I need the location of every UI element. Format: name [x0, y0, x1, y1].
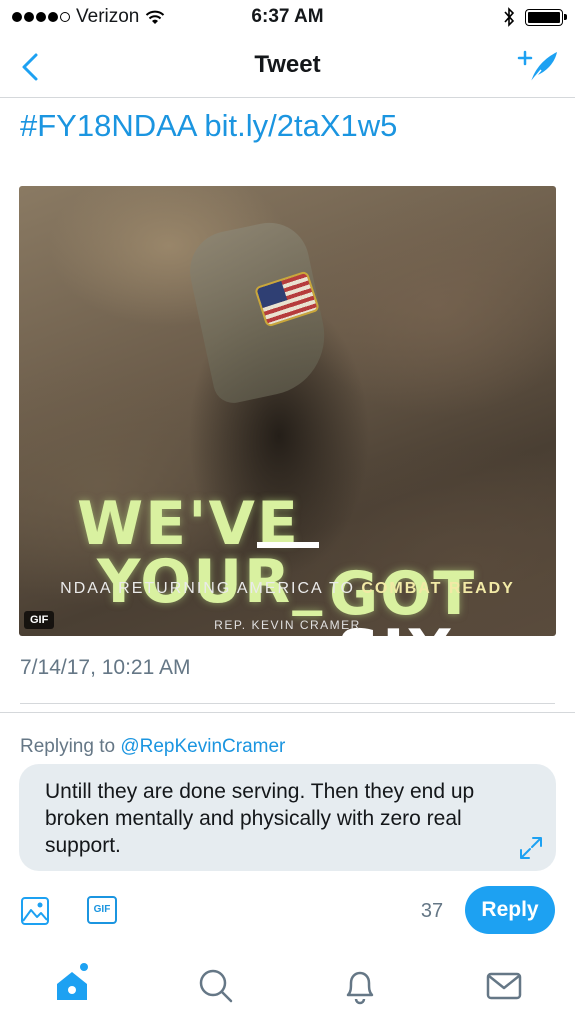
new-content-dot [80, 963, 88, 971]
compose-tweet-icon[interactable] [517, 48, 559, 86]
status-time: 6:37 AM [251, 6, 324, 27]
replying-to: Replying to @RepKevinCramer [20, 736, 286, 757]
battery-icon [525, 8, 567, 26]
tweet-link[interactable]: #FY18NDAA bit.ly/2taX1w5 [20, 108, 397, 144]
tweet-timestamp: 7/14/17, 10:21 AM [20, 656, 191, 679]
tab-messages[interactable] [484, 966, 524, 1006]
tab-home[interactable] [52, 963, 92, 1006]
media-underscore [257, 542, 319, 548]
tweet-media-gif[interactable]: WE'VE GOT YOUR_ SIX NDAA RETURNING AMERI… [19, 186, 556, 636]
tab-notifications[interactable] [340, 966, 380, 1006]
media-subline: NDAA RETURNING AMERICA TO COMBAT READY [60, 580, 515, 597]
bluetooth-icon [504, 7, 515, 27]
expand-icon[interactable] [518, 835, 544, 861]
character-count: 37 [420, 900, 444, 922]
gif-badge: GIF [24, 611, 55, 629]
navigation-bar: Tweet [0, 34, 575, 98]
home-icon [57, 972, 87, 1000]
reply-draft-text[interactable]: Untill they are done serving. Then they … [45, 778, 515, 859]
messages-icon [486, 972, 522, 1000]
status-bar: Verizon 6:37 AM [0, 0, 575, 34]
media-headline-line2: YOUR_ SIX [97, 547, 453, 636]
search-icon [199, 969, 233, 1003]
tab-bar [0, 950, 575, 1024]
page-title: Tweet [254, 51, 321, 78]
image-icon[interactable] [20, 896, 50, 926]
reply-button[interactable]: Reply [465, 886, 555, 934]
reply-text-field[interactable]: Untill they are done serving. Then they … [19, 764, 556, 871]
notifications-icon [346, 971, 374, 1005]
tab-search[interactable] [196, 966, 236, 1006]
reply-handle-link[interactable]: @RepKevinCramer [120, 736, 285, 757]
status-right [503, 7, 567, 27]
gif-button[interactable]: GIF [87, 896, 117, 924]
divider [20, 703, 555, 704]
reply-toolbar: GIF 37 Reply [0, 884, 575, 936]
divider [0, 712, 575, 713]
media-credit: REP. KEVIN CRAMER [214, 618, 361, 632]
